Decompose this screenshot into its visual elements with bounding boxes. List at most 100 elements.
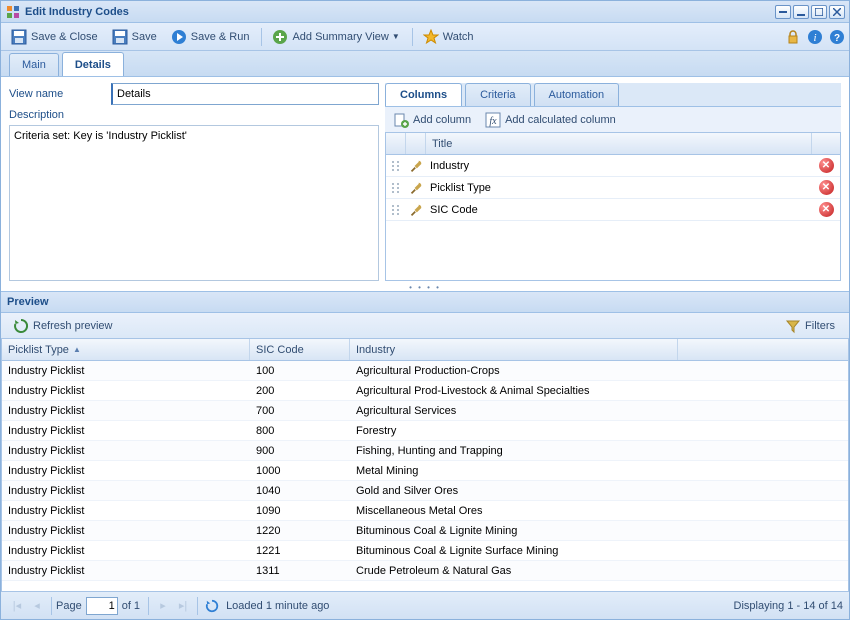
column-row[interactable]: Industry✕ [386, 155, 840, 177]
save-run-label: Save & Run [191, 31, 250, 43]
split-handle[interactable]: • • • • [1, 283, 849, 291]
window: Edit Industry Codes Save & Close Save Sa… [0, 0, 850, 620]
description-textarea[interactable]: Criteria set: Key is 'Industry Picklist' [9, 125, 379, 281]
col-header-sic[interactable]: SIC Code [250, 339, 350, 360]
help-icon[interactable]: ? [829, 29, 845, 45]
next-page-button[interactable]: ▸ [154, 597, 172, 615]
maximize-button[interactable] [811, 5, 827, 19]
separator [148, 597, 149, 615]
cell-sic: 700 [250, 405, 350, 417]
cell-picklist: Industry Picklist [2, 545, 250, 557]
of-label: of 1 [122, 600, 140, 612]
view-name-input[interactable] [111, 83, 379, 105]
add-column-label: Add column [413, 114, 471, 126]
delete-column-button[interactable]: ✕ [812, 180, 840, 195]
table-row[interactable]: Industry Picklist900Fishing, Hunting and… [2, 441, 848, 461]
save-label: Save [132, 31, 157, 43]
table-row[interactable]: Industry Picklist1311Crude Petroleum & N… [2, 561, 848, 581]
add-calc-column-label: Add calculated column [505, 114, 616, 126]
wrench-icon[interactable] [406, 181, 426, 195]
drag-handle-icon[interactable] [386, 204, 406, 216]
cell-industry: Bituminous Coal & Lignite Mining [350, 525, 678, 537]
minimize-button[interactable] [793, 5, 809, 19]
tab-details[interactable]: Details [62, 52, 124, 76]
cell-industry: Agricultural Services [350, 405, 678, 417]
cell-picklist: Industry Picklist [2, 505, 250, 517]
columns-grid: Title Industry✕Picklist Type✕SIC Code✕ [385, 133, 841, 281]
close-button[interactable] [829, 5, 845, 19]
table-row[interactable]: Industry Picklist1040Gold and Silver Ore… [2, 481, 848, 501]
cell-industry: Fishing, Hunting and Trapping [350, 445, 678, 457]
columns-toolbar: Add column fx Add calculated column [385, 107, 841, 133]
info-icon[interactable]: i [807, 29, 823, 45]
table-row[interactable]: Industry Picklist1220Bituminous Coal & L… [2, 521, 848, 541]
col-header-picklist[interactable]: Picklist Type ▲ [2, 339, 250, 360]
sort-asc-icon: ▲ [73, 345, 81, 354]
cell-industry: Bituminous Coal & Lignite Surface Mining [350, 545, 678, 557]
preview-grid-header: Picklist Type ▲ SIC Code Industry [2, 339, 848, 361]
tab-automation[interactable]: Automation [534, 83, 620, 106]
column-title: Industry [426, 160, 812, 172]
cell-industry: Forestry [350, 425, 678, 437]
cell-industry: Crude Petroleum & Natural Gas [350, 565, 678, 577]
table-row[interactable]: Industry Picklist1221Bituminous Coal & L… [2, 541, 848, 561]
col-header-industry[interactable]: Industry [350, 339, 678, 360]
column-row[interactable]: SIC Code✕ [386, 199, 840, 221]
cell-sic: 1221 [250, 545, 350, 557]
refresh-preview-button[interactable]: Refresh preview [7, 315, 118, 337]
column-row[interactable]: Picklist Type✕ [386, 177, 840, 199]
drag-handle-icon[interactable] [386, 182, 406, 194]
table-row[interactable]: Industry Picklist700Agricultural Service… [2, 401, 848, 421]
filters-label: Filters [805, 320, 835, 332]
add-column-button[interactable]: Add column [387, 109, 477, 131]
filters-button[interactable]: Filters [779, 315, 841, 337]
filter-icon [785, 318, 801, 334]
page-input[interactable] [86, 597, 118, 615]
details-body: View name Description Criteria set: Key … [1, 77, 849, 283]
columns-panel: Columns Criteria Automation Add column f… [385, 83, 841, 281]
tab-criteria[interactable]: Criteria [465, 83, 530, 106]
table-row[interactable]: Industry Picklist100Agricultural Product… [2, 361, 848, 381]
delete-column-button[interactable]: ✕ [812, 202, 840, 217]
save-close-button[interactable]: Save & Close [5, 26, 104, 48]
add-calc-column-button[interactable]: fx Add calculated column [479, 109, 622, 131]
wrench-icon[interactable] [406, 203, 426, 217]
last-page-button[interactable]: ▸| [174, 597, 192, 615]
wrench-icon[interactable] [406, 159, 426, 173]
preview-grid-body[interactable]: Industry Picklist100Agricultural Product… [2, 361, 848, 591]
cell-industry: Metal Mining [350, 465, 678, 477]
drag-handle-icon[interactable] [386, 160, 406, 172]
lock-icon[interactable] [785, 29, 801, 45]
prev-page-button[interactable]: ◂ [28, 597, 46, 615]
loaded-label: Loaded 1 minute ago [226, 600, 329, 612]
separator [51, 597, 52, 615]
svg-text:fx: fx [489, 116, 497, 127]
cell-sic: 1040 [250, 485, 350, 497]
form-panel: View name Description Criteria set: Key … [9, 83, 379, 281]
tab-main[interactable]: Main [9, 53, 59, 76]
col-header-empty [678, 339, 848, 360]
save-button[interactable]: Save [106, 26, 163, 48]
delete-icon: ✕ [819, 202, 834, 217]
cell-industry: Agricultural Prod-Livestock & Animal Spe… [350, 385, 678, 397]
paging-bar: |◂ ◂ Page of 1 ▸ ▸| Loaded 1 minute ago … [1, 591, 849, 619]
watch-button[interactable]: Watch [417, 26, 480, 48]
first-page-button[interactable]: |◂ [8, 597, 26, 615]
disk-icon [112, 29, 128, 45]
table-row[interactable]: Industry Picklist1090Miscellaneous Metal… [2, 501, 848, 521]
table-row[interactable]: Industry Picklist800Forestry [2, 421, 848, 441]
tab-columns[interactable]: Columns [385, 83, 462, 106]
columns-header-title[interactable]: Title [426, 133, 812, 154]
table-row[interactable]: Industry Picklist200Agricultural Prod-Li… [2, 381, 848, 401]
add-summary-button[interactable]: Add Summary View ▼ [266, 26, 405, 48]
refresh-page-button[interactable] [203, 597, 221, 615]
table-row[interactable]: Industry Picklist1000Metal Mining [2, 461, 848, 481]
svg-text:i: i [813, 32, 816, 44]
delete-column-button[interactable]: ✕ [812, 158, 840, 173]
cell-picklist: Industry Picklist [2, 485, 250, 497]
play-circle-icon [171, 29, 187, 45]
fx-icon: fx [485, 112, 501, 128]
save-run-button[interactable]: Save & Run [165, 26, 256, 48]
collapse-button[interactable] [775, 5, 791, 19]
cell-sic: 800 [250, 425, 350, 437]
